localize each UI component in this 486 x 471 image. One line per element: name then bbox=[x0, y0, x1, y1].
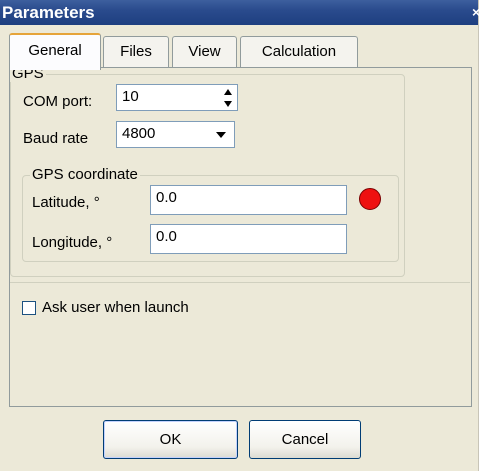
ask-user-label[interactable]: Ask user when launch bbox=[42, 299, 189, 317]
cancel-button[interactable]: Cancel bbox=[249, 420, 361, 459]
tab-calculation-label: Calculation bbox=[261, 43, 337, 60]
tab-general-label: General bbox=[28, 42, 82, 59]
latitude-label: Latitude, ° bbox=[32, 194, 100, 211]
latitude-input[interactable]: 0.0 bbox=[150, 185, 347, 215]
tab-view-label: View bbox=[188, 43, 221, 60]
longitude-label: Longitude, ° bbox=[32, 234, 113, 251]
tab-calculation[interactable]: Calculation bbox=[240, 36, 358, 68]
parameters-dialog: Parameters × General Files View Calculat… bbox=[0, 0, 480, 471]
tab-files-label: Files bbox=[120, 43, 152, 60]
spin-arrows-icon[interactable] bbox=[223, 88, 233, 108]
gps-coordinate-label: GPS coordinate bbox=[30, 166, 140, 183]
ok-button-label: OK bbox=[159, 431, 182, 448]
com-port-value: 10 bbox=[122, 88, 139, 105]
cancel-button-label: Cancel bbox=[281, 431, 329, 448]
baud-rate-label: Baud rate bbox=[23, 130, 89, 147]
window-title: Parameters bbox=[2, 3, 95, 22]
chevron-down-icon bbox=[216, 132, 226, 138]
ask-user-checkbox[interactable] bbox=[22, 301, 36, 315]
longitude-value: 0.0 bbox=[156, 228, 177, 245]
tab-general[interactable]: General bbox=[9, 33, 101, 70]
ok-button[interactable]: OK bbox=[103, 420, 238, 459]
dialog-footer bbox=[0, 412, 478, 471]
tab-view[interactable]: View bbox=[172, 36, 237, 68]
section-divider bbox=[10, 282, 470, 283]
com-port-label: COM port: bbox=[23, 93, 93, 110]
latitude-value: 0.0 bbox=[156, 189, 177, 206]
title-bar[interactable]: Parameters × bbox=[0, 0, 480, 25]
baud-rate-dropdown[interactable]: 4800 bbox=[116, 121, 235, 148]
gps-status-indicator bbox=[359, 188, 381, 210]
com-port-spinner[interactable]: 10 bbox=[116, 84, 238, 111]
tab-files[interactable]: Files bbox=[103, 36, 169, 68]
longitude-input[interactable]: 0.0 bbox=[150, 224, 347, 254]
close-icon[interactable]: × bbox=[472, 4, 482, 20]
baud-rate-value: 4800 bbox=[122, 125, 156, 142]
